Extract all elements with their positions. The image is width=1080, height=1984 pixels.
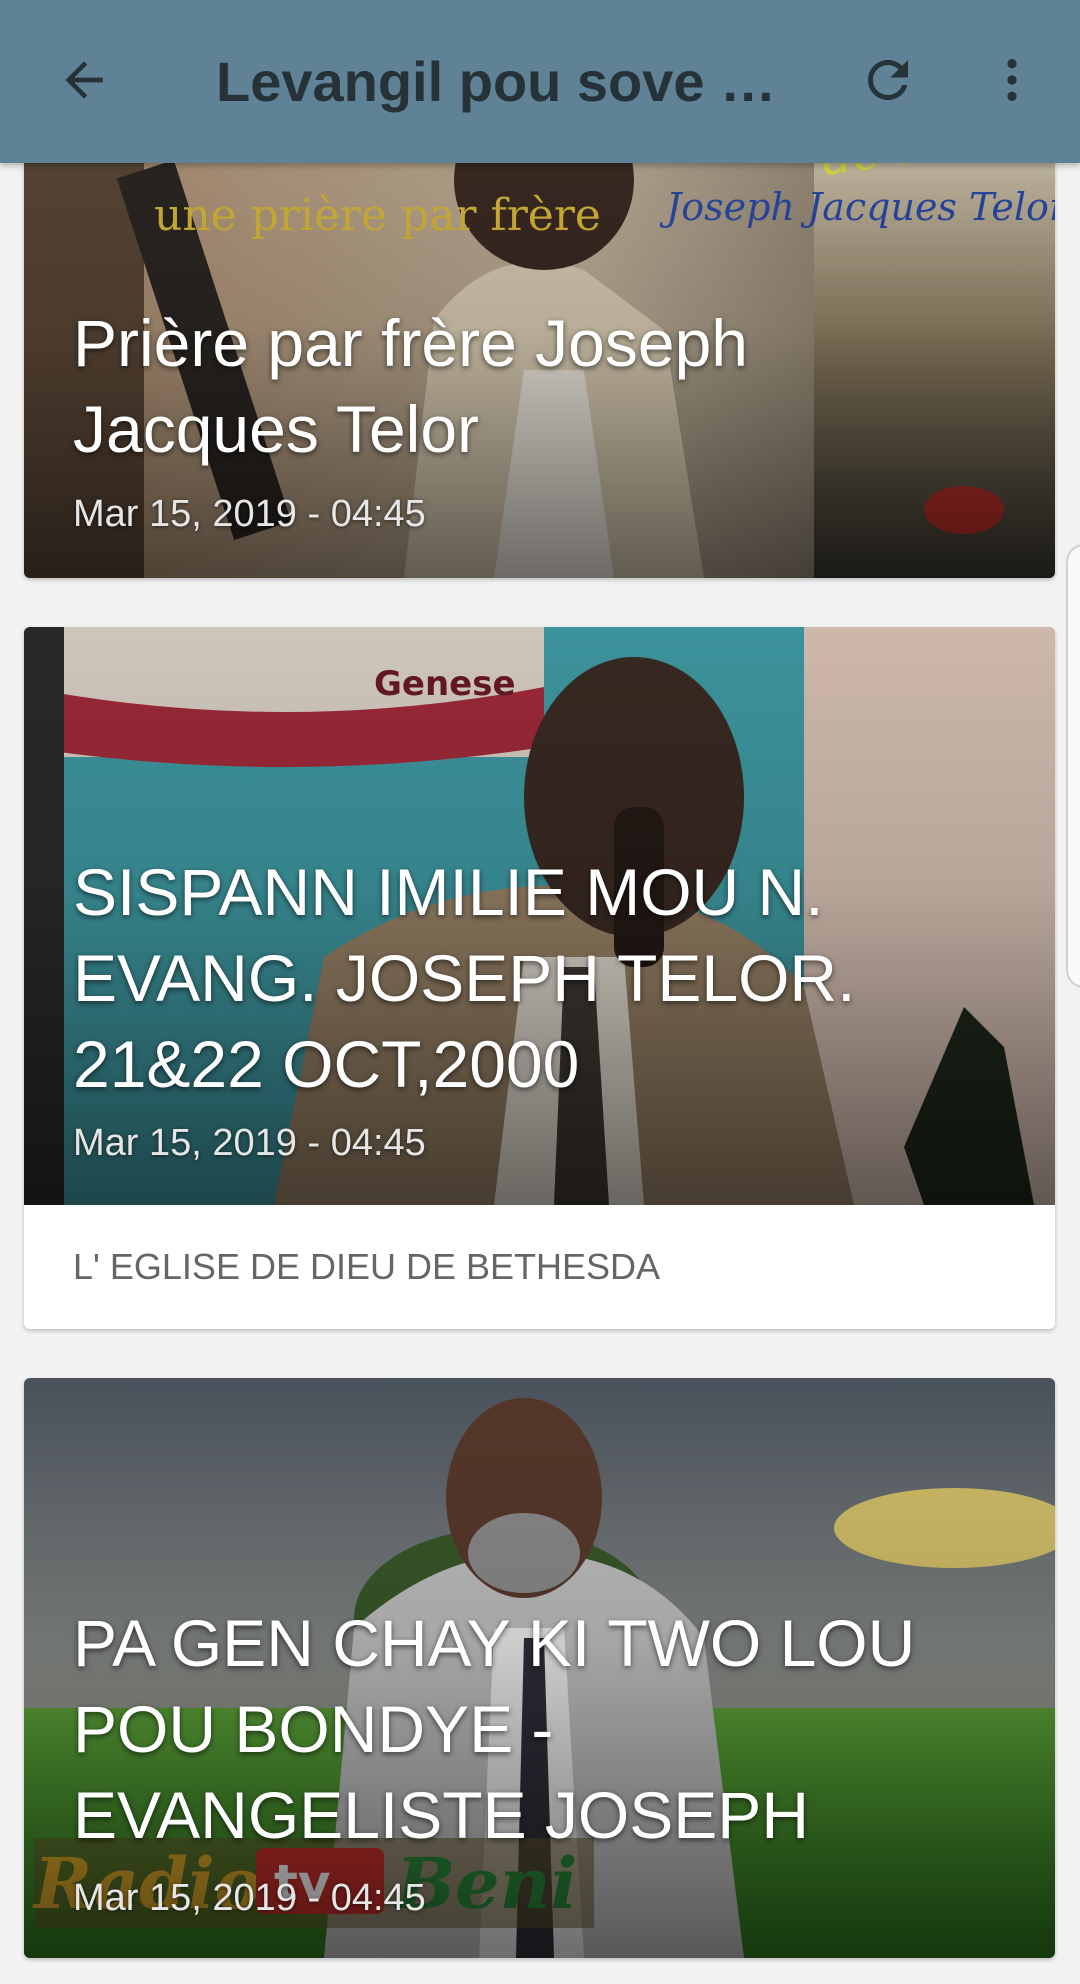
article-title: Prière par frère Joseph Jacques Telor [73, 306, 748, 466]
article-date: Mar 15, 2019 - 04:45 [73, 1122, 426, 1164]
article-card[interactable]: de l'Hom une prière par frère Joseph Jac… [24, 120, 1055, 578]
refresh-icon [858, 50, 918, 115]
app-bar: Levangil pou sove n... [0, 0, 1080, 163]
scroll-handle[interactable] [1066, 544, 1080, 988]
article-title: SISPANN IMILIE MOU N. EVANG. JOSEPH TELO… [73, 855, 856, 1101]
article-source: L' EGLISE DE DIEU DE BETHESDA [73, 1246, 661, 1287]
back-button[interactable] [42, 40, 126, 124]
more-options-button[interactable] [970, 40, 1054, 124]
feed-bottom-edge [0, 1966, 1080, 1984]
article-date: Mar 15, 2019 - 04:45 [73, 493, 426, 535]
refresh-button[interactable] [846, 40, 930, 124]
page-title: Levangil pou sove n... [216, 50, 796, 113]
article-date: Mar 15, 2019 - 04:45 [73, 1877, 426, 1919]
more-vertical-icon [984, 52, 1040, 113]
article-card[interactable]: Radio tv Beni PA GEN CHAY KI TWO LOU POU… [24, 1378, 1055, 1958]
arrow-left-icon [56, 52, 112, 113]
article-card[interactable]: Genese SISPANN IMILIE MOU N. EVANG. JOSE… [24, 627, 1055, 1329]
article-feed[interactable]: de l'Hom une prière par frère Joseph Jac… [0, 0, 1080, 1984]
article-title: PA GEN CHAY KI TWO LOU POU BONDYE - EVAN… [73, 1606, 916, 1852]
